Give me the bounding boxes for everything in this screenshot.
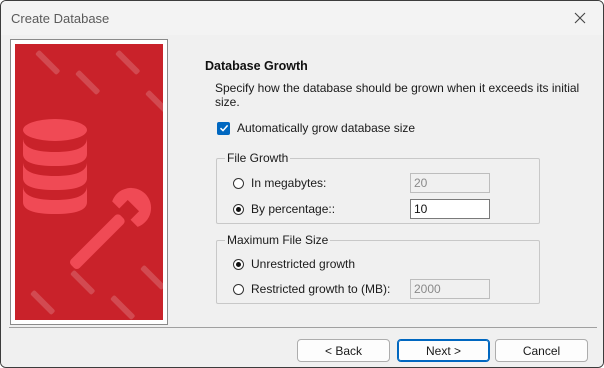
close-button[interactable] [557, 1, 603, 35]
next-button[interactable]: Next > [397, 339, 490, 362]
close-icon [574, 12, 586, 24]
title-bar: Create Database [1, 1, 603, 35]
dialog-footer: < Back Next > Cancel [1, 329, 603, 367]
auto-grow-checkbox[interactable]: Automatically grow database size [217, 121, 415, 135]
database-icon [23, 119, 87, 214]
banner-artwork [23, 50, 163, 320]
percentage-input[interactable] [410, 199, 490, 219]
percentage-label: By percentage:: [251, 202, 336, 216]
file-growth-legend: File Growth [227, 151, 289, 165]
max-file-size-legend: Maximum File Size [227, 233, 329, 247]
file-growth-group: File Growth In megabytes: By percentage:… [216, 151, 540, 224]
restricted-label: Restricted growth to (MB): [251, 282, 391, 296]
restricted-radio[interactable]: Restricted growth to (MB): [233, 282, 390, 296]
max-file-size-group: Maximum File Size Unrestricted growth Re… [216, 233, 540, 304]
checkbox-box[interactable] [217, 121, 230, 135]
wrench-icon [69, 187, 152, 270]
page-heading: Database Growth [205, 59, 308, 73]
wizard-banner [15, 44, 163, 320]
radio-selected-dot [236, 206, 241, 212]
cancel-button[interactable]: Cancel [495, 339, 588, 362]
page-description: Specify how the database should be grown… [215, 81, 580, 109]
unrestricted-radio[interactable]: Unrestricted growth [233, 257, 355, 271]
radio-button[interactable] [233, 203, 244, 215]
wizard-content: Database Growth Specify how the database… [177, 39, 597, 325]
window-title: Create Database [11, 11, 110, 26]
auto-grow-label: Automatically grow database size [237, 121, 416, 135]
megabytes-radio[interactable]: In megabytes: [233, 176, 326, 190]
megabytes-input[interactable] [410, 173, 490, 193]
radio-button[interactable] [233, 177, 244, 189]
footer-divider [9, 327, 597, 328]
megabytes-label: In megabytes: [251, 176, 327, 190]
unrestricted-label: Unrestricted growth [251, 257, 356, 271]
restricted-size-input[interactable] [410, 279, 490, 299]
wizard-banner-frame [10, 39, 168, 325]
percentage-radio[interactable]: By percentage:: [233, 202, 335, 216]
create-database-dialog: Create Database Database Growth Specify … [0, 0, 604, 368]
checkmark-icon [219, 124, 228, 132]
radio-selected-dot [236, 261, 241, 267]
radio-button[interactable] [233, 283, 244, 295]
radio-button[interactable] [233, 258, 244, 270]
back-button[interactable]: < Back [297, 339, 390, 362]
